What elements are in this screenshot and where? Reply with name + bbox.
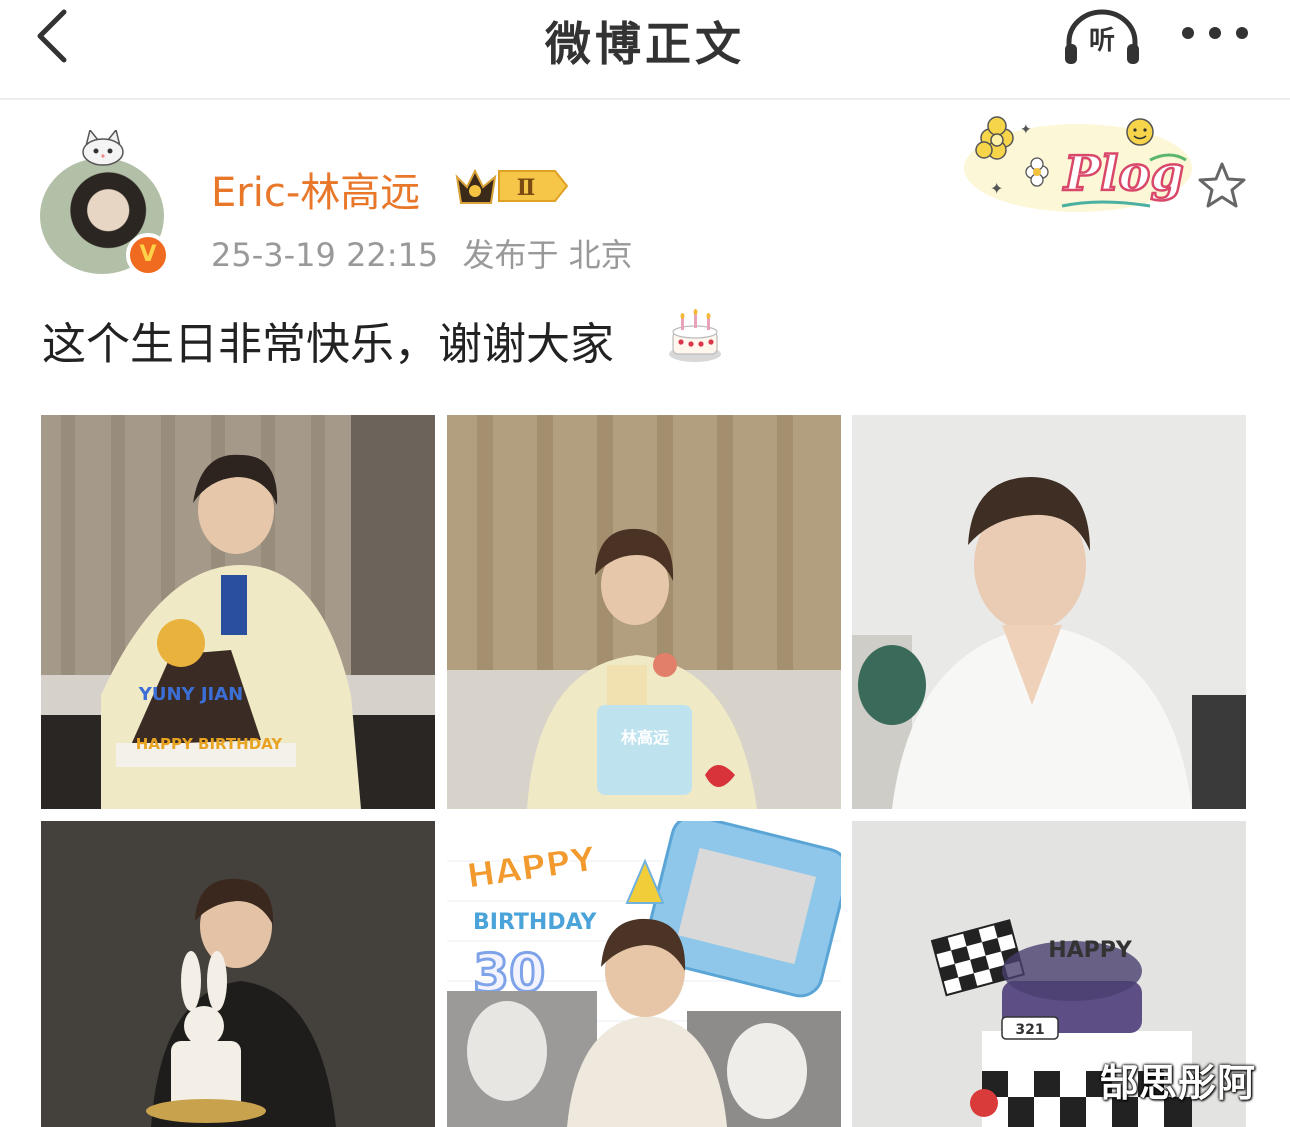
post-location: 发布于 北京: [462, 236, 633, 274]
cat-ears-accessory-icon: [82, 130, 124, 166]
photo-5-image: HAPPY BIRTHDAY 30: [447, 821, 841, 1127]
listen-button[interactable]: 听: [1063, 8, 1141, 66]
photo-1[interactable]: YUNY JIAN HAPPY BIRTHDAY: [41, 415, 435, 809]
birthday-text: BIRTHDAY: [473, 910, 598, 935]
listen-label: 听: [1088, 26, 1115, 56]
post-timestamp: 25-3-19 22:15: [211, 236, 439, 274]
birthday-cake-emoji-icon: [669, 309, 721, 362]
license-plate-text: 321: [1015, 1022, 1044, 1038]
cake-text: 林高远: [621, 728, 669, 747]
more-options-button[interactable]: [1176, 18, 1254, 48]
smiley-icon: [1126, 118, 1154, 146]
photo-3[interactable]: [852, 415, 1246, 809]
photo-1-image: YUNY JIAN HAPPY BIRTHDAY: [41, 415, 435, 809]
photo-2-image: 林高远: [447, 415, 841, 809]
more-dots-icon: [1182, 27, 1248, 39]
sparkle-icon: ✦: [1020, 122, 1032, 138]
post-text: 这个生日非常快乐，谢谢大家: [42, 319, 614, 370]
sparkle-icon: ✦: [990, 179, 1003, 198]
plog-sticker-icon: Plog ✦ ✦: [964, 116, 1192, 212]
vip-level-text: Ⅱ: [517, 175, 536, 201]
top-nav-bar: 微博正文 听: [0, 0, 1290, 100]
photo-2[interactable]: 林高远: [447, 415, 841, 809]
photo-5[interactable]: HAPPY BIRTHDAY 30: [447, 821, 841, 1127]
photo-4[interactable]: [41, 821, 435, 1127]
favorite-star-icon[interactable]: [1196, 160, 1248, 212]
verified-badge-icon: V: [126, 233, 170, 277]
photo-3-image: [852, 415, 1246, 809]
photo-4-image: [41, 821, 435, 1127]
username-link[interactable]: Eric-林高远: [211, 160, 420, 218]
post-meta: 25-3-19 22:15 发布于 北京: [211, 230, 633, 276]
watermark-text: 郜思彤阿: [1100, 1061, 1257, 1105]
cake-banner: HAPPY BIRTHDAY: [136, 735, 284, 753]
cake-topper-text: HAPPY: [1048, 938, 1133, 963]
vip-crown-badge-icon: Ⅱ: [455, 168, 569, 204]
cake-text: YUNY JIAN: [138, 684, 243, 705]
